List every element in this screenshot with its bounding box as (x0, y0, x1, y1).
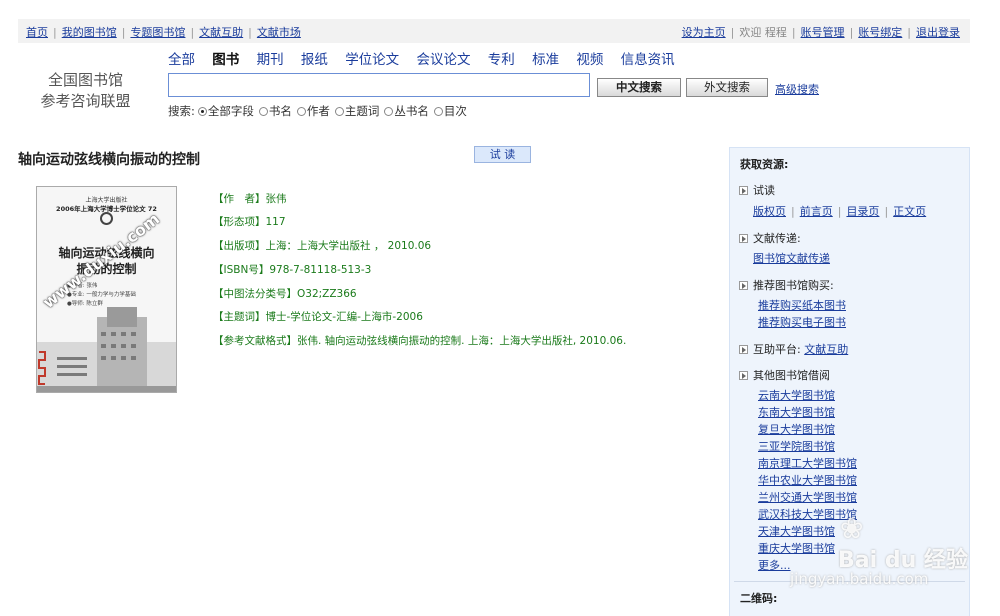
tab-patents[interactable]: 专利 (488, 52, 515, 68)
library-link[interactable]: 武汉科技大学图书馆 (758, 508, 857, 521)
section-mutual-aid: 互助平台: 文献互助 (739, 341, 848, 357)
section-other-libraries: 其他图书馆借阅 (739, 367, 830, 383)
link-account-manage[interactable]: 账号管理 (801, 26, 845, 39)
section-recommend: 推荐图书馆购买: (739, 277, 834, 293)
detail-isbn: 【ISBN号】978-7-81118-513-3 (213, 264, 372, 276)
chinese-search-button[interactable]: 中文搜索 (597, 78, 681, 97)
top-nav-left: 首页 | 我的图书馆 | 专题图书馆 | 文献互助 | 文献市场 (26, 26, 301, 39)
radio-toc[interactable] (433, 106, 443, 116)
search-type-tabs: 全部 图书 期刊 报纸 学位论文 会议论文 专利 标准 视频 信息资讯 (168, 48, 688, 68)
tab-books[interactable]: 图书 (212, 52, 239, 68)
logo-line1: 全国图书馆 (47, 71, 123, 89)
library-link[interactable]: 云南大学图书馆 (758, 389, 835, 402)
detail-pages: 【形态项】117 (213, 216, 286, 228)
qrcode-label: 二维码: (740, 592, 778, 605)
link-library-delivery[interactable]: 图书馆文献传递 (753, 250, 830, 266)
field-label-subject: 主题词 (344, 104, 380, 118)
search-field-options: 搜索: 全部字段 书名 作者 主题词 丛书名 目次 (168, 103, 469, 119)
panel-title: 获取资源: (740, 158, 789, 171)
link-doc-market[interactable]: 文献市场 (257, 26, 301, 39)
link-recommend-paper[interactable]: 推荐购买纸本图书 (758, 297, 846, 313)
link-copyright-page[interactable]: 版权页 (753, 205, 786, 218)
more-libraries-link[interactable]: 更多... (758, 559, 791, 572)
library-link[interactable]: 天津大学图书馆 (758, 525, 835, 538)
book-cover[interactable]: 上海大学出版社 2006年上海大学博士学位论文 72 轴向运动弦线横向 振动的控… (36, 186, 177, 393)
logo-line2: 参考咨询联盟 (40, 92, 131, 110)
tab-news[interactable]: 信息资讯 (621, 52, 675, 68)
link-toc-page[interactable]: 目录页 (846, 205, 879, 218)
link-text-page[interactable]: 正文页 (893, 205, 926, 218)
foreign-search-button[interactable]: 外文搜索 (686, 78, 768, 97)
cover-emblem-icon (100, 212, 113, 225)
top-bar: 首页 | 我的图书馆 | 专题图书馆 | 文献互助 | 文献市场 设为主页 | 欢迎 程程 | 账号管理… (18, 19, 970, 43)
field-label-author: 作者 (306, 104, 330, 118)
library-link[interactable]: 复旦大学图书馆 (758, 423, 835, 436)
tab-videos[interactable]: 视频 (576, 52, 603, 68)
resource-panel: 获取资源: 试读 版权页 | 前言页 | 目录页 | 正文页 文献传递: 图书馆文献传递 推… (729, 147, 970, 616)
link-home[interactable]: 首页 (26, 26, 48, 39)
tab-theses[interactable]: 学位论文 (345, 52, 399, 68)
link-set-home[interactable]: 设为主页 (682, 26, 726, 39)
library-link[interactable]: 华中农业大学图书馆 (758, 474, 857, 487)
radio-title[interactable] (258, 106, 268, 116)
link-account-bind[interactable]: 账号绑定 (858, 26, 902, 39)
tab-journals[interactable]: 期刊 (257, 52, 284, 68)
link-logout[interactable]: 退出登录 (916, 26, 960, 39)
radio-all-fields[interactable] (197, 106, 207, 116)
tab-all[interactable]: 全部 (168, 52, 195, 68)
radio-subject[interactable] (334, 106, 344, 116)
link-my-library[interactable]: 我的图书馆 (62, 26, 117, 39)
site-logo[interactable]: 全国图书馆 参考咨询联盟 (18, 70, 153, 112)
library-link[interactable]: 兰州交通大学图书馆 (758, 491, 857, 504)
bullet-icon (739, 234, 748, 243)
detail-classification: 【中图法分类号】O32;ZZ366 (213, 288, 357, 300)
field-label-title: 书名 (268, 104, 292, 118)
tab-newspapers[interactable]: 报纸 (301, 52, 328, 68)
bullet-icon (739, 186, 748, 195)
bullet-icon (739, 345, 748, 354)
try-read-button[interactable]: 试 读 (474, 146, 531, 163)
detail-author: 【作 者】张伟 (213, 193, 287, 205)
detail-subject: 【主题词】博士-学位论文-汇编-上海市-2006 (213, 311, 423, 323)
library-link[interactable]: 三亚学院图书馆 (758, 440, 835, 453)
field-label-toc: 目次 (443, 104, 467, 118)
library-link[interactable]: 重庆大学图书馆 (758, 542, 835, 555)
link-topic-library[interactable]: 专题图书馆 (130, 26, 185, 39)
radio-series[interactable] (384, 106, 394, 116)
section-delivery: 文献传递: (739, 230, 801, 246)
radio-author[interactable] (296, 106, 306, 116)
top-nav-right: 设为主页 | 欢迎 程程 | 账号管理 | 账号绑定 | 退出登录 (681, 26, 960, 39)
link-doc-help[interactable]: 文献互助 (199, 26, 243, 39)
cover-building-image (37, 307, 176, 392)
link-recommend-ebook[interactable]: 推荐购买电子图书 (758, 314, 846, 330)
detail-publication: 【出版项】上海：上海大学出版社 ， 2010.06 (213, 240, 432, 252)
detail-citation: 【参考文献格式】张伟. 轴向运动弦线横向振动的控制. 上海：上海大学出版社, 2… (213, 335, 627, 347)
link-preface-page[interactable]: 前言页 (800, 205, 833, 218)
user-greeting: 欢迎 程程 (739, 26, 787, 39)
link-mutual-aid[interactable]: 文献互助 (804, 343, 848, 356)
cover-meta-major: ●专业: 一般力学与力学基础 (67, 292, 136, 298)
library-link[interactable]: 东南大学图书馆 (758, 406, 835, 419)
try-read-links: 版权页 | 前言页 | 目录页 | 正文页 (753, 205, 927, 218)
search-fields-label: 搜索: (168, 104, 195, 118)
field-label-series: 丛书名 (394, 104, 429, 118)
tab-standards[interactable]: 标准 (532, 52, 559, 68)
bullet-icon (739, 281, 748, 290)
section-try-read: 试读 (739, 182, 775, 198)
tab-conference[interactable]: 会议论文 (416, 52, 470, 68)
library-link[interactable]: 南京理工大学图书馆 (758, 457, 857, 470)
panel-divider (734, 581, 965, 582)
library-list: 云南大学图书馆 东南大学图书馆 复旦大学图书馆 三亚学院图书馆 南京理工大学图书… (758, 387, 857, 574)
advanced-search-link[interactable]: 高级搜索 (775, 81, 819, 97)
bullet-icon (739, 371, 748, 380)
field-label-all: 全部字段 (207, 104, 254, 118)
search-input[interactable] (168, 73, 590, 97)
book-title: 轴向运动弦线横向振动的控制 (18, 152, 200, 168)
